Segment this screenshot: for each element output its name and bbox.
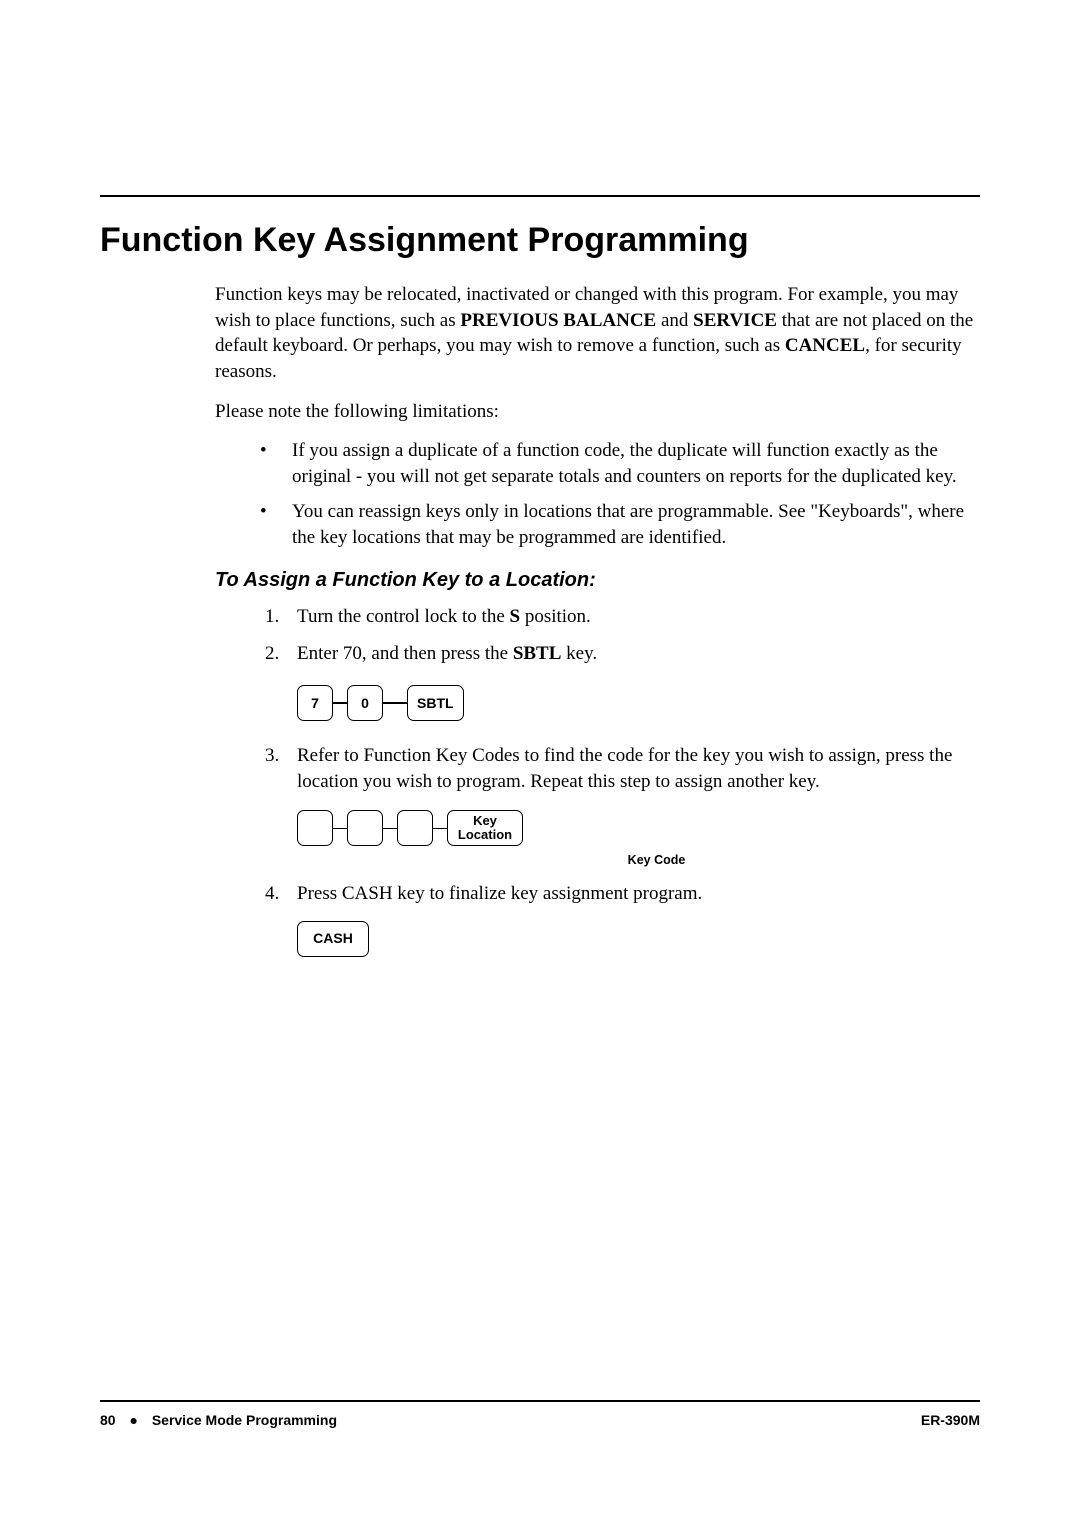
step-number: 2. <box>265 641 279 667</box>
footer-left: 80 ● Service Mode Programming <box>100 1412 337 1428</box>
key-sequence-2: Key Location Key Code <box>297 810 980 869</box>
key-sequence-3: CASH <box>297 921 980 957</box>
step-1: 1. Turn the control lock to the S positi… <box>265 604 980 630</box>
page-number: 80 <box>100 1412 116 1428</box>
step2-bold: SBTL <box>513 643 562 664</box>
key-blank <box>297 810 333 846</box>
key-key-location: Key Location <box>447 810 523 846</box>
intro-bold-1: PREVIOUS BALANCE <box>460 310 656 331</box>
footer-row: 80 ● Service Mode Programming ER-390M <box>100 1412 980 1428</box>
footer-rule <box>100 1400 980 1402</box>
step-number: 3. <box>265 743 279 769</box>
content-block: Function keys may be relocated, inactiva… <box>215 282 980 957</box>
step1-bold: S <box>510 606 521 627</box>
footer-section: Service Mode Programming <box>152 1412 337 1428</box>
step-4: 4. Press CASH key to finalize key assign… <box>265 881 980 957</box>
footer: 80 ● Service Mode Programming ER-390M <box>100 1400 980 1428</box>
step-text: Turn the control lock to the S position. <box>297 606 591 627</box>
numbered-list: 1. Turn the control lock to the S positi… <box>265 604 980 957</box>
key-cash: CASH <box>297 921 369 957</box>
intro-paragraph: Function keys may be relocated, inactiva… <box>215 282 980 385</box>
intro-bold-3: CANCEL <box>785 335 865 356</box>
footer-model: ER-390M <box>921 1412 980 1428</box>
key-location-line-1: Key <box>458 814 512 828</box>
bullet-item: You can reassign keys only in locations … <box>260 499 980 550</box>
key-blank <box>347 810 383 846</box>
connector <box>333 828 347 830</box>
key-sequence-1: 7 0 SBTL <box>297 685 980 721</box>
step-3: 3. Refer to Function Key Codes to find t… <box>265 743 980 869</box>
step2-prefix: Enter 70, and then press the <box>297 643 513 664</box>
section-title: Function Key Assignment Programming <box>100 221 980 260</box>
key-location-line-2: Location <box>458 828 512 842</box>
bullet-item: If you assign a duplicate of a function … <box>260 438 980 489</box>
subheading: To Assign a Function Key to a Location: <box>215 569 980 592</box>
step2-suffix: key. <box>561 643 597 664</box>
step-text: Press CASH key to finalize key assignmen… <box>297 883 702 904</box>
step-text: Enter 70, and then press the SBTL key. <box>297 643 597 664</box>
step-number: 4. <box>265 881 279 907</box>
key-7: 7 <box>297 685 333 721</box>
step-text: Refer to Function Key Codes to find the … <box>297 745 952 792</box>
step-2: 2. Enter 70, and then press the SBTL key… <box>265 641 980 721</box>
footer-dot: ● <box>129 1412 137 1428</box>
connector <box>333 702 347 704</box>
connector <box>433 828 447 830</box>
connector <box>383 828 397 830</box>
top-rule <box>100 195 980 197</box>
key-sbtl: SBTL <box>407 685 464 721</box>
key-blank <box>397 810 433 846</box>
page-content: Function Key Assignment Programming Func… <box>0 0 1080 957</box>
step1-suffix: position. <box>520 606 591 627</box>
step1-prefix: Turn the control lock to the <box>297 606 510 627</box>
connector <box>383 702 407 704</box>
bullet-list: If you assign a duplicate of a function … <box>260 438 980 551</box>
intro-bold-2: SERVICE <box>693 310 777 331</box>
note-intro: Please note the following limitations: <box>215 399 980 425</box>
key-code-label: Key Code <box>333 852 980 869</box>
step-number: 1. <box>265 604 279 630</box>
intro-mid-1: and <box>656 310 693 331</box>
key-0: 0 <box>347 685 383 721</box>
